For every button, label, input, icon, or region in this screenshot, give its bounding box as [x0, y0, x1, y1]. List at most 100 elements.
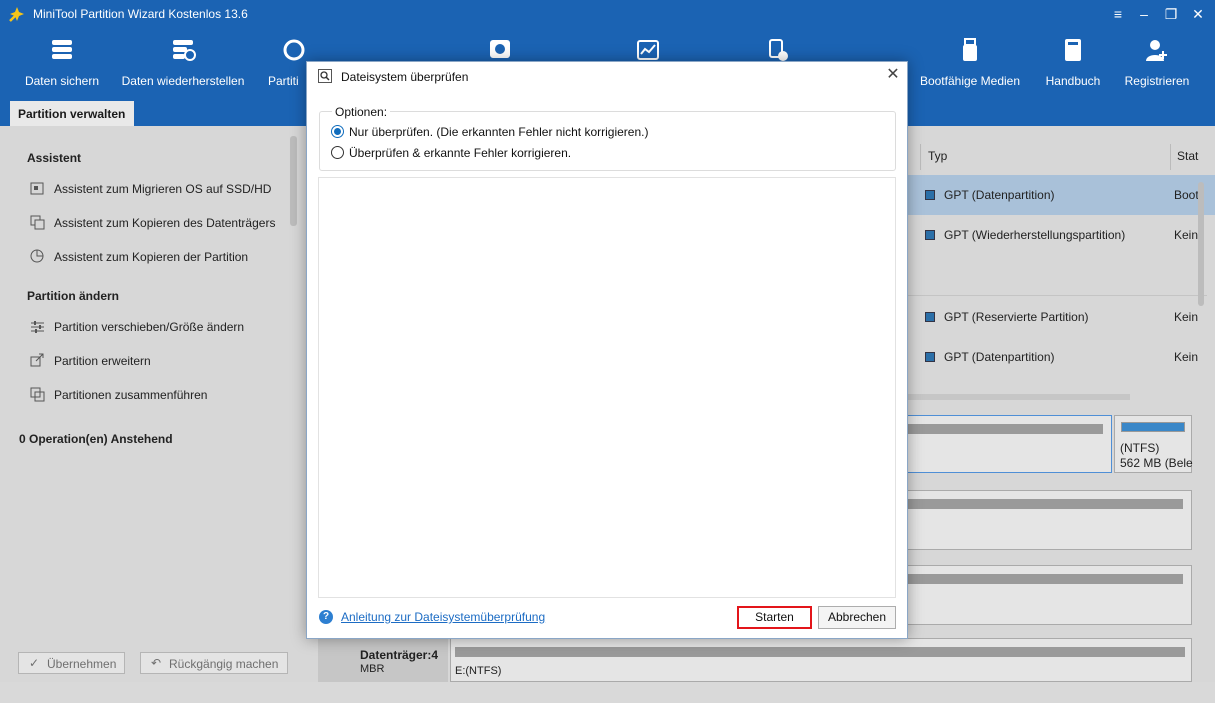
- restore-button[interactable]: ❐: [1159, 4, 1183, 24]
- migrate-os-icon: [30, 182, 44, 195]
- section-title-change-partition: Partition ändern: [27, 289, 120, 303]
- partition-status: Boot: [1174, 188, 1199, 202]
- minimize-button[interactable]: –: [1132, 4, 1156, 24]
- table-header: Typ Stat: [920, 140, 1215, 174]
- partition-size: 562 MB (Bele: [1120, 456, 1193, 470]
- column-header-status[interactable]: Stat: [1177, 149, 1198, 163]
- sidebar-scrollbar[interactable]: [290, 136, 297, 226]
- check-filesystem-icon: [318, 69, 332, 83]
- partition-status: Kein: [1174, 350, 1199, 364]
- partition-type-swatch: [925, 312, 935, 322]
- disk-map-partition-selected[interactable]: [898, 415, 1112, 473]
- close-window-button[interactable]: ✕: [1186, 4, 1210, 24]
- disk-type: MBR: [360, 663, 385, 675]
- help-tutorial-link[interactable]: Anleitung zur Dateisystemüberprüfung: [341, 610, 545, 624]
- partition-type-swatch: [925, 352, 935, 362]
- sidebar-item-label: Partition verschieben/Größe ändern: [54, 320, 245, 334]
- dialog-close-button[interactable]: ✕: [885, 66, 901, 84]
- backup-icon: [52, 40, 72, 59]
- register-icon: [1146, 40, 1167, 61]
- status-bar: [0, 682, 1215, 703]
- apply-label: Übernehmen: [47, 657, 117, 671]
- sidebar-item-label: Partitionen zusammenführen: [54, 388, 208, 402]
- toolbar-backup-button[interactable]: Daten sichern: [14, 28, 110, 100]
- toolbar-manual-button[interactable]: Handbuch: [1038, 28, 1108, 100]
- partition-type-swatch: [925, 230, 935, 240]
- partition-name: E:(NTFS): [455, 665, 502, 677]
- sidebar-item-label: Assistent zum Kopieren der Partition: [54, 250, 249, 264]
- tab-partition-management[interactable]: Partition verwalten: [10, 101, 134, 126]
- title-bar: MiniTool Partition Wizard Kostenlos 13.6…: [0, 0, 1215, 28]
- start-button[interactable]: Starten: [737, 606, 812, 629]
- table-vertical-scrollbar[interactable]: [1198, 182, 1204, 306]
- manual-icon: [1065, 39, 1081, 61]
- apply-button[interactable]: ✓ Übernehmen: [18, 652, 125, 674]
- result-output-area: [318, 177, 896, 598]
- left-sidebar: Assistent Assistent zum Migrieren OS auf…: [0, 126, 300, 682]
- toolbar-label: Registrieren: [1124, 74, 1190, 88]
- toolbar-data-recovery-button[interactable]: Daten wiederherstellen: [118, 28, 248, 100]
- space-analyzer-icon: [637, 40, 659, 60]
- toolbar-label: Handbuch: [1045, 74, 1101, 88]
- undo-arrow-icon: ↶: [151, 656, 162, 670]
- disk-name: Datenträger:4: [360, 648, 439, 662]
- partition-type: GPT (Wiederherstellungspartition): [944, 228, 1126, 242]
- table-row[interactable]: GPT (Reservierte Partition) Kein: [907, 297, 1215, 337]
- help-icon[interactable]: ?: [319, 610, 333, 624]
- app-title: MiniTool Partition Wizard Kostenlos 13.6: [33, 7, 248, 21]
- disk-map-disk4-partition[interactable]: E:(NTFS): [450, 638, 1192, 682]
- toolbar-label: Daten sichern: [24, 74, 100, 88]
- sidebar-item-label: Partition erweitern: [54, 354, 151, 368]
- table-row[interactable]: GPT (Datenpartition) Boot: [907, 175, 1215, 215]
- section-title-wizard: Assistent: [27, 151, 82, 165]
- partition-usage-bar: [455, 647, 1185, 657]
- check-filesystem-dialog: Dateisystem überprüfen ✕ Optionen: Nur ü…: [306, 61, 908, 639]
- disk-label-disk4[interactable]: Datenträger:4 MBR: [318, 638, 448, 682]
- migrate-icon: [769, 39, 788, 61]
- sidebar-item-label: Assistent zum Migrieren OS auf SSD/HD: [54, 182, 272, 196]
- disk-map-disk[interactable]: [898, 490, 1192, 550]
- partition-recovery-icon: [283, 39, 305, 61]
- sliders-icon: [31, 321, 44, 333]
- partition-usage-bar: [1121, 422, 1185, 432]
- partition-type-swatch: [925, 190, 935, 200]
- partition-type: GPT (Datenpartition): [944, 350, 1055, 364]
- disk-benchmark-icon: [490, 40, 510, 58]
- partition-usage-bar: [907, 424, 1103, 434]
- disk-map-disk[interactable]: [898, 565, 1192, 625]
- checkmark-icon: ✓: [29, 656, 40, 670]
- toolbar-label: Bootfähige Medien: [919, 74, 1021, 88]
- toolbar-register-button[interactable]: Registrieren: [1120, 28, 1194, 100]
- column-separator: [920, 144, 921, 170]
- undo-button[interactable]: ↶ Rückgängig machen: [140, 652, 288, 674]
- partition-usage-bar: [907, 499, 1183, 509]
- partition-filesystem: (NTFS): [1120, 441, 1160, 455]
- undo-label: Rückgängig machen: [169, 657, 279, 671]
- partition-type: GPT (Datenpartition): [944, 188, 1055, 202]
- toolbar-label: Partiti: [268, 74, 299, 88]
- merge-icon: [30, 387, 45, 402]
- table-divider: [907, 295, 1207, 296]
- table-row[interactable]: GPT (Datenpartition) Kein: [907, 337, 1215, 377]
- radio-indicator[interactable]: [331, 146, 344, 159]
- toolbar-partition-recovery-button[interactable]: Partiti: [262, 28, 306, 100]
- toolbar-label: Daten wiederherstellen: [121, 74, 245, 88]
- table-horizontal-scrollbar[interactable]: [898, 394, 1130, 400]
- radio-indicator-selected[interactable]: [331, 125, 344, 138]
- partition-status: Kein: [1174, 310, 1199, 324]
- partition-type: GPT (Reservierte Partition): [944, 310, 1089, 324]
- cancel-button[interactable]: Abbrechen: [818, 606, 896, 629]
- toolbar-bootable-media-button[interactable]: Bootfähige Medien: [914, 28, 1026, 100]
- table-row[interactable]: GPT (Wiederherstellungspartition) Kein: [907, 215, 1215, 255]
- column-header-type[interactable]: Typ: [928, 149, 947, 163]
- app-logo-icon: [9, 7, 24, 22]
- data-recovery-icon: [173, 40, 196, 61]
- sidebar-item-label: Assistent zum Kopieren des Datenträgers: [54, 216, 276, 230]
- copy-partition-icon: [30, 249, 44, 263]
- options-group: [319, 111, 896, 171]
- disk-map-partition[interactable]: (NTFS) 562 MB (Bele: [1114, 415, 1193, 473]
- menu-icon[interactable]: ≡: [1106, 4, 1130, 24]
- options-legend: Optionen:: [332, 105, 391, 119]
- partition-status: Kein: [1174, 228, 1199, 242]
- extend-icon: [30, 353, 44, 367]
